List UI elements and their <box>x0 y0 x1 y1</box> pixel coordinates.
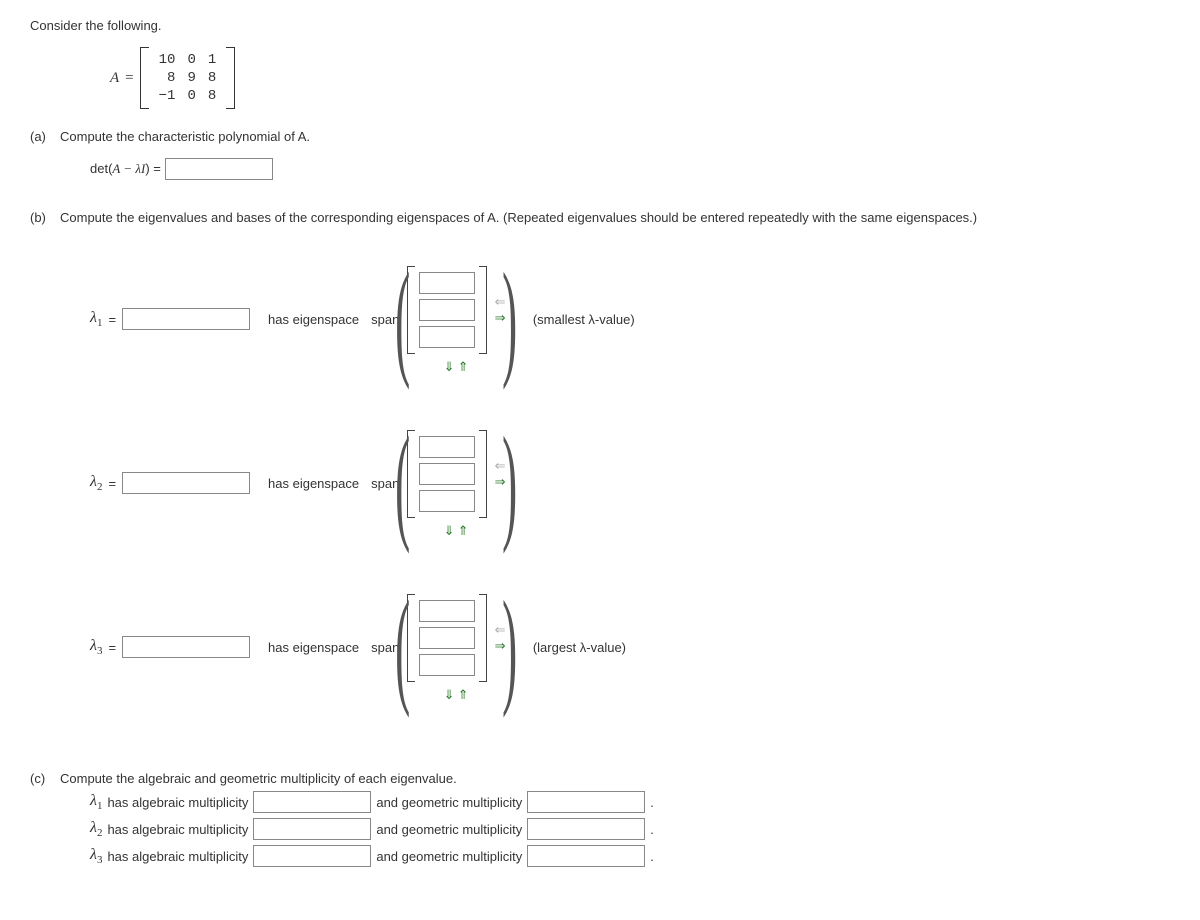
smallest-note: (smallest λ-value) <box>533 312 635 327</box>
lambda-1-input[interactable] <box>122 308 250 330</box>
remove-row-icon[interactable]: ⇑ <box>458 688 469 701</box>
eigenvector-3 <box>407 594 487 682</box>
geo-mult-2-input[interactable] <box>527 818 645 840</box>
part-b: (b) Compute the eigenvalues and bases of… <box>30 210 1170 741</box>
rparen-icon: ) <box>502 264 517 374</box>
add-row-icon[interactable]: ⇓ <box>444 360 455 373</box>
part-a-text: Compute the characteristic polynomial of… <box>60 129 1170 144</box>
vec2-entry-1[interactable] <box>419 436 475 458</box>
part-c: (c) Compute the algebraic and geometric … <box>30 771 1170 872</box>
remove-row-icon[interactable]: ⇑ <box>458 524 469 537</box>
part-a-label: (a) <box>30 129 60 180</box>
lambda-3-input[interactable] <box>122 636 250 658</box>
mult-line-2: λ2 has algebraic multiplicity and geomet… <box>90 818 1170 840</box>
eigen-row-1: λ1 = has eigenspace span ( <box>90 249 1170 389</box>
matrix-definition: A = 1001 898 −108 <box>110 47 1170 109</box>
char-poly-input[interactable] <box>165 158 273 180</box>
lambda-1-label: λ1 <box>90 309 102 329</box>
eigen-row-3: λ3 = has eigenspace span ( <box>90 577 1170 717</box>
rparen-icon: ) <box>502 428 517 538</box>
eigen-row-2: λ2 = has eigenspace span ( <box>90 413 1170 553</box>
eigenvector-1 <box>407 266 487 354</box>
lambda-2-input[interactable] <box>122 472 250 494</box>
vec1-entry-1[interactable] <box>419 272 475 294</box>
det-label: det(A − λI) = <box>90 161 161 177</box>
mult-line-3: λ3 has algebraic multiplicity and geomet… <box>90 845 1170 867</box>
part-b-text: Compute the eigenvalues and bases of the… <box>60 210 1170 225</box>
vec3-entry-3[interactable] <box>419 654 475 676</box>
vec1-entry-2[interactable] <box>419 299 475 321</box>
geo-mult-3-input[interactable] <box>527 845 645 867</box>
lambda-3-label: λ3 <box>90 637 102 657</box>
lambda-2-label: λ2 <box>90 473 102 493</box>
part-c-label: (c) <box>30 771 60 872</box>
has-eigenspace-3: has eigenspace <box>268 640 359 655</box>
vec2-entry-2[interactable] <box>419 463 475 485</box>
largest-note: (largest λ-value) <box>533 640 626 655</box>
alg-mult-3-input[interactable] <box>253 845 371 867</box>
remove-row-icon[interactable]: ⇑ <box>458 360 469 373</box>
lparen-icon: ( <box>395 264 410 374</box>
vec2-entry-3[interactable] <box>419 490 475 512</box>
eigenvector-2 <box>407 430 487 518</box>
geo-mult-1-input[interactable] <box>527 791 645 813</box>
equals-sign: = <box>125 70 133 87</box>
lparen-icon: ( <box>395 428 410 538</box>
intro-text: Consider the following. <box>30 18 1170 33</box>
part-a: (a) Compute the characteristic polynomia… <box>30 129 1170 180</box>
add-row-icon[interactable]: ⇓ <box>444 688 455 701</box>
mult-line-1: λ1 has algebraic multiplicity and geomet… <box>90 791 1170 813</box>
alg-mult-2-input[interactable] <box>253 818 371 840</box>
has-eigenspace-2: has eigenspace <box>268 476 359 491</box>
add-row-icon[interactable]: ⇓ <box>444 524 455 537</box>
vec3-entry-1[interactable] <box>419 600 475 622</box>
vec1-entry-3[interactable] <box>419 326 475 348</box>
lparen-icon: ( <box>395 592 410 702</box>
part-c-text: Compute the algebraic and geometric mult… <box>60 771 1170 786</box>
alg-mult-1-input[interactable] <box>253 791 371 813</box>
matrix-var: A <box>110 70 119 87</box>
vec3-entry-2[interactable] <box>419 627 475 649</box>
rparen-icon: ) <box>502 592 517 702</box>
has-eigenspace-1: has eigenspace <box>268 312 359 327</box>
part-b-label: (b) <box>30 210 60 741</box>
matrix-A: 1001 898 −108 <box>140 47 236 109</box>
